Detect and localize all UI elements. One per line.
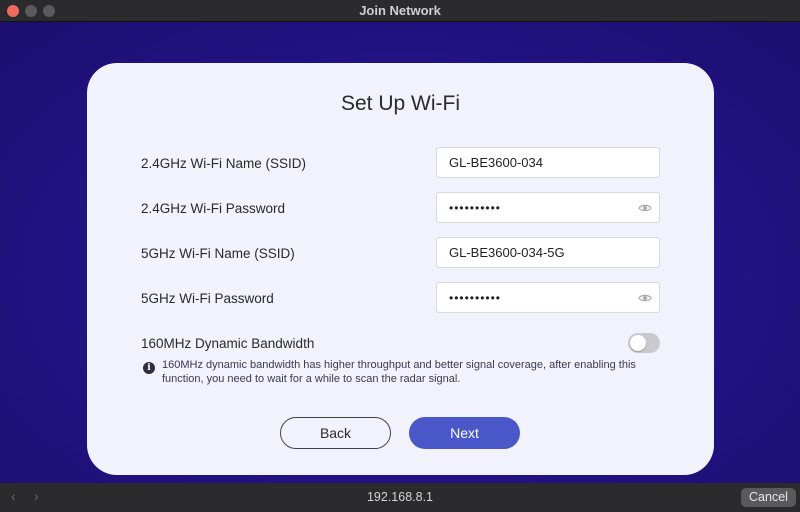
password-24-label: 2.4GHz Wi-Fi Password: [141, 201, 286, 216]
ssid-24-label: 2.4GHz Wi-Fi Name (SSID): [141, 156, 307, 171]
eye-icon[interactable]: [638, 201, 652, 215]
info-icon: i: [143, 362, 155, 374]
ssid-5-label: 5GHz Wi-Fi Name (SSID): [141, 246, 295, 261]
bandwidth-label: 160MHz Dynamic Bandwidth: [141, 336, 315, 351]
bandwidth-info-text: 160MHz dynamic bandwidth has higher thro…: [162, 359, 636, 385]
password-5-input[interactable]: ••••••••••: [436, 282, 660, 313]
cancel-button[interactable]: Cancel: [741, 488, 796, 507]
wifi-setup-card: Set Up Wi-Fi 2.4GHz Wi-Fi Name (SSID) GL…: [87, 63, 714, 475]
window-title: Join Network: [359, 3, 441, 18]
password-24-value: ••••••••••: [449, 200, 502, 215]
password-5-label: 5GHz Wi-Fi Password: [141, 291, 274, 306]
ssid-24-input[interactable]: GL-BE3600-034: [436, 147, 660, 178]
page-title: Set Up Wi-Fi: [340, 92, 460, 115]
ssid-24-value: GL-BE3600-034: [449, 155, 543, 170]
ssid-5-input[interactable]: GL-BE3600-034-5G: [436, 237, 660, 268]
ssid-5-value: GL-BE3600-034-5G: [449, 245, 565, 260]
password-24-input[interactable]: ••••••••••: [436, 192, 660, 223]
eye-icon[interactable]: [638, 291, 652, 305]
content-area: Set Up Wi-Fi 2.4GHz Wi-Fi Name (SSID) GL…: [0, 22, 800, 483]
back-button[interactable]: Back: [280, 417, 391, 449]
password-5-value: ••••••••••: [449, 290, 502, 305]
bandwidth-toggle[interactable]: [628, 333, 660, 353]
url-display: 192.168.8.1: [366, 490, 434, 504]
toggle-knob: [630, 335, 646, 351]
title-bar: Join Network: [0, 0, 800, 22]
next-button[interactable]: Next: [409, 417, 520, 449]
app-window: Join Network Set Up Wi-Fi 2.4GHz Wi-Fi N…: [0, 0, 800, 512]
bottom-bar: ‹ › 192.168.8.1 Cancel: [0, 483, 800, 512]
